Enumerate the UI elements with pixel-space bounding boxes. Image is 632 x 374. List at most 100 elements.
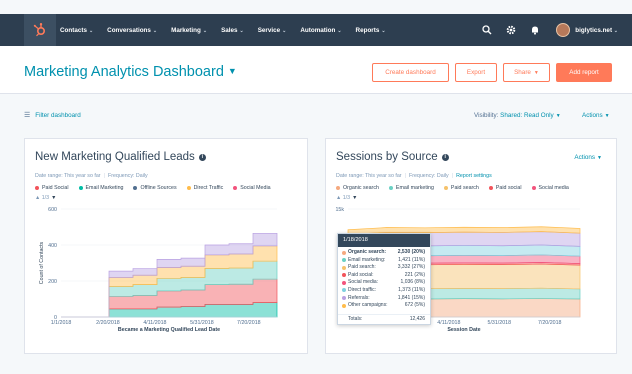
nav-automation-label: Automation [300,26,336,34]
y-tick-label: 600 [48,207,57,213]
y-tick-label: 400 [48,243,57,249]
y-tick-label: 15k [335,207,344,213]
nav-conversations-label: Conversations [107,26,151,34]
visibility-control[interactable]: Visibility: Shared: Read Only ▼ [474,112,561,119]
tooltip-row: Organic search: 2,530 (20%) [338,249,430,257]
nav-right: biglytics.net ⌄ [480,14,632,46]
filter-dashboard-button[interactable]: ☰ Filter dashboard [24,111,81,119]
nav-automation[interactable]: Automation ⌄ [300,27,341,34]
filter-label: Filter dashboard [35,112,81,119]
chevron-down-icon: ⌄ [613,27,618,34]
filter-icon: ☰ [24,112,31,119]
x-tick-label: 5/31/2018 [488,320,512,326]
x-tick-label: 7/20/2018 [237,320,261,326]
create-dashboard-button[interactable]: Create dashboard [372,63,449,82]
x-tick-label: 5/31/2018 [190,320,214,326]
nav-marketing[interactable]: Marketing ⌄ [171,27,207,34]
chart-tooltip: 1/18/2018 Organic search: 2,530 (20%) Emai… [337,233,431,325]
caret-down-icon: ▼ [555,113,561,119]
nav-service[interactable]: Service ⌄ [258,27,287,34]
chevron-down-icon: ⌄ [88,27,94,34]
account-name: biglytics.net [575,26,613,34]
tooltip-row: Paid social: 221 (2%) [338,272,430,280]
main-menu: Contacts ⌄ Conversations ⌄ Marketing ⌄ Sale… [60,14,400,46]
tooltip-series-name: Organic search: [348,249,387,255]
nav-service-label: Service [257,26,281,34]
tooltip-series-name: Other campaigns: [348,302,388,309]
series-dot-icon [342,296,346,301]
page-title: Marketing Analytics Dashboard [24,64,224,80]
nav-conversations[interactable]: Conversations ⌄ [107,27,157,34]
mql-chart: 1/1/2018 2/20/2018 4/11/2018 5/31/2018 7/20/… [39,207,278,333]
tooltip-series-value: 1,373 (11%) [398,286,425,293]
tooltip-series-value: 221 (2%) [404,271,425,278]
report-card-sessions: Sessions by Source i Actions ▼ Date range:… [325,138,617,354]
nav-contacts-label: Contacts [60,26,87,34]
caret-down-icon: ▼ [604,113,610,119]
x-axis-title: Session Date [447,327,480,333]
nav-reports[interactable]: Reports ⌄ [356,27,386,34]
visibility-label: Visibility: [474,112,499,119]
tooltip-row: Social media: 1,036 (8%) [338,279,430,287]
tooltip-series-name: Paid search: [348,264,376,271]
caret-down-icon: ▼ [227,66,237,76]
y-axis-title: Count of Contacts [39,241,45,284]
series-dot-icon [342,280,346,285]
gear-icon[interactable] [504,23,518,37]
series-dot-icon [342,303,346,308]
series-dot-icon [342,288,346,293]
dashboard-selector[interactable]: Marketing Analytics Dashboard ▼ [24,64,237,80]
account-menu[interactable]: biglytics.net ⌄ [575,27,618,34]
tooltip-rows: Organic search: 2,530 (20%) Email marketin… [338,247,430,310]
bell-icon[interactable] [528,23,542,37]
tooltip-row: Direct traffic: 1,373 (11%) [338,287,430,295]
nav-sales-label: Sales [221,26,238,34]
tooltip-series-value: 1,036 (8%) [400,279,425,286]
top-nav: Contacts ⌄ Conversations ⌄ Marketing ⌄ Sale… [0,14,632,46]
tooltip-series-name: Social media: [348,279,379,286]
tooltip-row: Paid search: 3,332 (27%) [338,264,430,272]
visibility-value: Shared: Read Only [500,112,554,119]
y-tick-label: 0 [54,315,57,321]
y-tick-label: 200 [48,279,57,285]
actions-label: Actions [582,112,603,119]
chevron-down-icon: ⌄ [239,27,244,34]
tooltip-series-value: 672 (5%) [404,302,425,309]
tooltip-date: 1/18/2018 [338,234,430,247]
chevron-down-icon: ⌄ [337,27,342,34]
dashboard-actions-menu[interactable]: Actions ▼ [582,112,610,119]
tooltip-total-value: 12,426 [409,316,425,322]
series-dot-icon [342,265,346,270]
export-button[interactable]: Export [455,63,497,82]
tooltip-row: Other campaigns: 672 (5%) [338,302,430,310]
chevron-down-icon: ⌄ [152,27,158,34]
x-tick-label: 7/20/2018 [538,320,562,326]
chevron-down-icon: ⌄ [202,27,208,34]
x-tick-label: 4/11/2018 [437,320,460,326]
caret-down-icon: ▼ [533,69,539,76]
dashboard-header: Marketing Analytics Dashboard ▼ Create da… [0,46,632,94]
add-report-button[interactable]: Add report [556,63,612,82]
tooltip-series-name: Referrals: [348,294,370,301]
tooltip-series-value: 1,421 (11%) [398,256,425,263]
tooltip-total-label: Totals: [348,316,363,322]
report-card-mql: New Marketing Qualified Leads i Date rang… [24,138,308,354]
nav-contacts[interactable]: Contacts ⌄ [60,27,93,34]
tooltip-series-name: Paid social: [348,271,374,278]
filter-bar: ☰ Filter dashboard Visibility: Shared: Re… [0,108,632,126]
tooltip-series-value: 1,841 (15%) [397,294,425,301]
chevron-down-icon: ⌄ [381,27,386,34]
tooltip-series-value: 3,332 (27%) [397,264,425,271]
chevron-down-icon: ⌄ [282,27,287,34]
nav-reports-label: Reports [355,26,380,34]
x-tick-label: 2/20/2018 [96,320,120,326]
search-icon[interactable] [480,23,494,37]
series-dot-icon [342,250,346,255]
share-button[interactable]: Share ▼ [503,63,550,82]
series-dot-icon [342,273,346,278]
avatar[interactable] [556,23,571,37]
nav-sales[interactable]: Sales ⌄ [221,27,244,34]
hubspot-logo-icon[interactable] [24,14,56,46]
tooltip-series-value: 2,530 (20%) [397,249,425,255]
x-axis-title: Became a Marketing Qualified Lead Date [118,327,220,333]
